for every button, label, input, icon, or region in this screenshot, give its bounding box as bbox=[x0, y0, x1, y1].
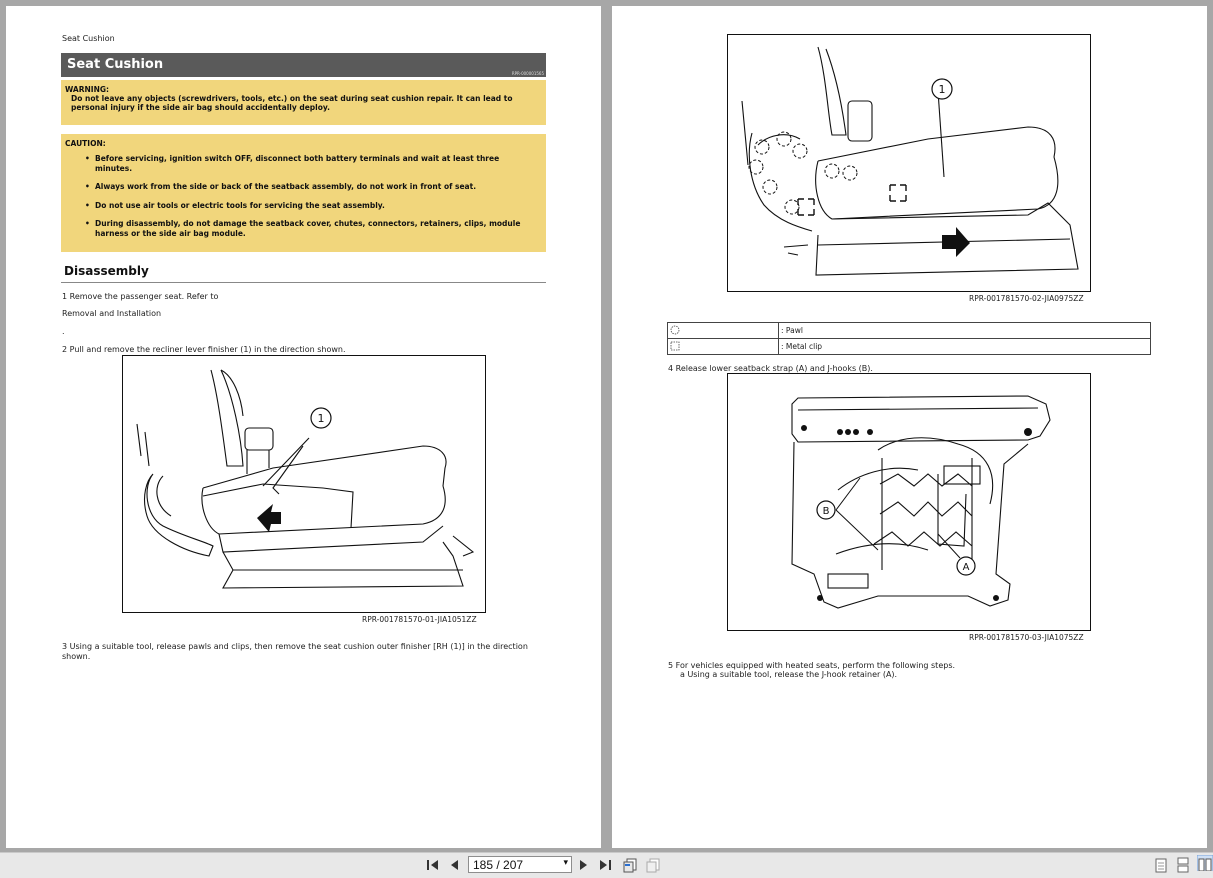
viewer-toolbar: 185 / 207 ▾ bbox=[0, 852, 1213, 878]
warning-label: WARNING: bbox=[65, 85, 110, 94]
figure-3-callout-b: B bbox=[823, 506, 830, 517]
go-back-view-icon[interactable] bbox=[622, 857, 638, 873]
title-code: RPR-000001565 bbox=[511, 71, 544, 76]
caution-box: CAUTION: Before servicing, ignition swit… bbox=[61, 134, 546, 252]
previous-page-icon[interactable] bbox=[448, 857, 460, 873]
single-page-view-icon[interactable] bbox=[1155, 857, 1167, 873]
pawl-symbol-cell bbox=[667, 322, 779, 339]
figure-2-id: RPR-001781570-02-JIA0975ZZ bbox=[969, 294, 1084, 303]
caution-item: Before servicing, ignition switch OFF, d… bbox=[85, 154, 535, 173]
caution-label: CAUTION: bbox=[65, 139, 106, 148]
next-page-icon[interactable] bbox=[578, 857, 590, 873]
running-header: Seat Cushion bbox=[62, 34, 115, 43]
figure-recliner-lever: 1 bbox=[122, 355, 486, 613]
step-5a-text: a Using a suitable tool, release the J-h… bbox=[680, 670, 898, 679]
page-number-value: 185 / 207 bbox=[473, 858, 524, 872]
chevron-down-icon: ▾ bbox=[563, 857, 568, 867]
seatback-strap-illustration: B A bbox=[791, 395, 1051, 609]
document-page-left: Seat Cushion Seat Cushion RPR-000001565 … bbox=[6, 6, 601, 848]
symbol-legend-table: : Pawl : Metal clip bbox=[667, 322, 1151, 355]
page-title: Seat Cushion bbox=[67, 57, 164, 72]
caution-item: During disassembly, do not damage the se… bbox=[85, 219, 535, 238]
figure-1-id: RPR-001781570-01-JIA1051ZZ bbox=[362, 615, 477, 624]
section-divider bbox=[61, 282, 546, 283]
legend-label: : Metal clip bbox=[778, 338, 1151, 355]
caution-item: Do not use air tools or electric tools f… bbox=[85, 201, 535, 211]
legend-row: : Metal clip bbox=[667, 338, 1151, 355]
warning-text: Do not leave any objects (screwdrivers, … bbox=[71, 94, 513, 112]
step-1-link[interactable]: Removal and Installation bbox=[62, 309, 161, 319]
legend-label: : Pawl bbox=[778, 322, 1151, 339]
step-2-text: 2 Pull and remove the recliner lever fin… bbox=[62, 345, 346, 354]
warning-box: WARNING: Do not leave any objects (screw… bbox=[61, 80, 546, 125]
step-3-text: 3 Using a suitable tool, release pawls a… bbox=[62, 642, 528, 661]
step-1-text: 1 Remove the passenger seat. Refer to bbox=[62, 292, 219, 301]
document-page-right: 1 RPR-001781570-02-JIA0975ZZ : Pawl : Me… bbox=[612, 6, 1207, 848]
facing-pages-view-icon[interactable] bbox=[1197, 855, 1213, 871]
section-heading: Disassembly bbox=[64, 264, 149, 278]
figure-outer-finisher: 1 bbox=[727, 34, 1091, 292]
legend-row: : Pawl bbox=[667, 322, 1151, 339]
continuous-view-icon[interactable] bbox=[1177, 857, 1189, 873]
step-1-period: . bbox=[62, 327, 65, 336]
pawl-symbol-icon bbox=[670, 325, 680, 334]
figure-seatback-strap: B A bbox=[727, 373, 1091, 631]
go-forward-view-icon[interactable] bbox=[645, 857, 661, 873]
caution-list: Before servicing, ignition switch OFF, d… bbox=[85, 154, 535, 247]
figure-1-callout: 1 bbox=[318, 412, 325, 425]
figure-3-id: RPR-001781570-03-JIA1075ZZ bbox=[969, 633, 1084, 642]
figure-3-callout-a: A bbox=[963, 562, 970, 573]
seat-recliner-illustration: 1 bbox=[136, 369, 475, 589]
caution-item: Always work from the side or back of the… bbox=[85, 182, 535, 192]
section-title-bar: Seat Cushion RPR-000001565 bbox=[61, 53, 546, 77]
metal-clip-symbol-icon bbox=[670, 341, 680, 350]
page-number-select[interactable]: 185 / 207 ▾ bbox=[468, 856, 572, 873]
figure-2-callout: 1 bbox=[939, 83, 946, 96]
first-page-icon[interactable] bbox=[426, 857, 440, 873]
seat-finisher-illustration: 1 bbox=[741, 46, 1079, 276]
last-page-icon[interactable] bbox=[598, 857, 612, 873]
metal-clip-symbol-cell bbox=[667, 338, 779, 355]
